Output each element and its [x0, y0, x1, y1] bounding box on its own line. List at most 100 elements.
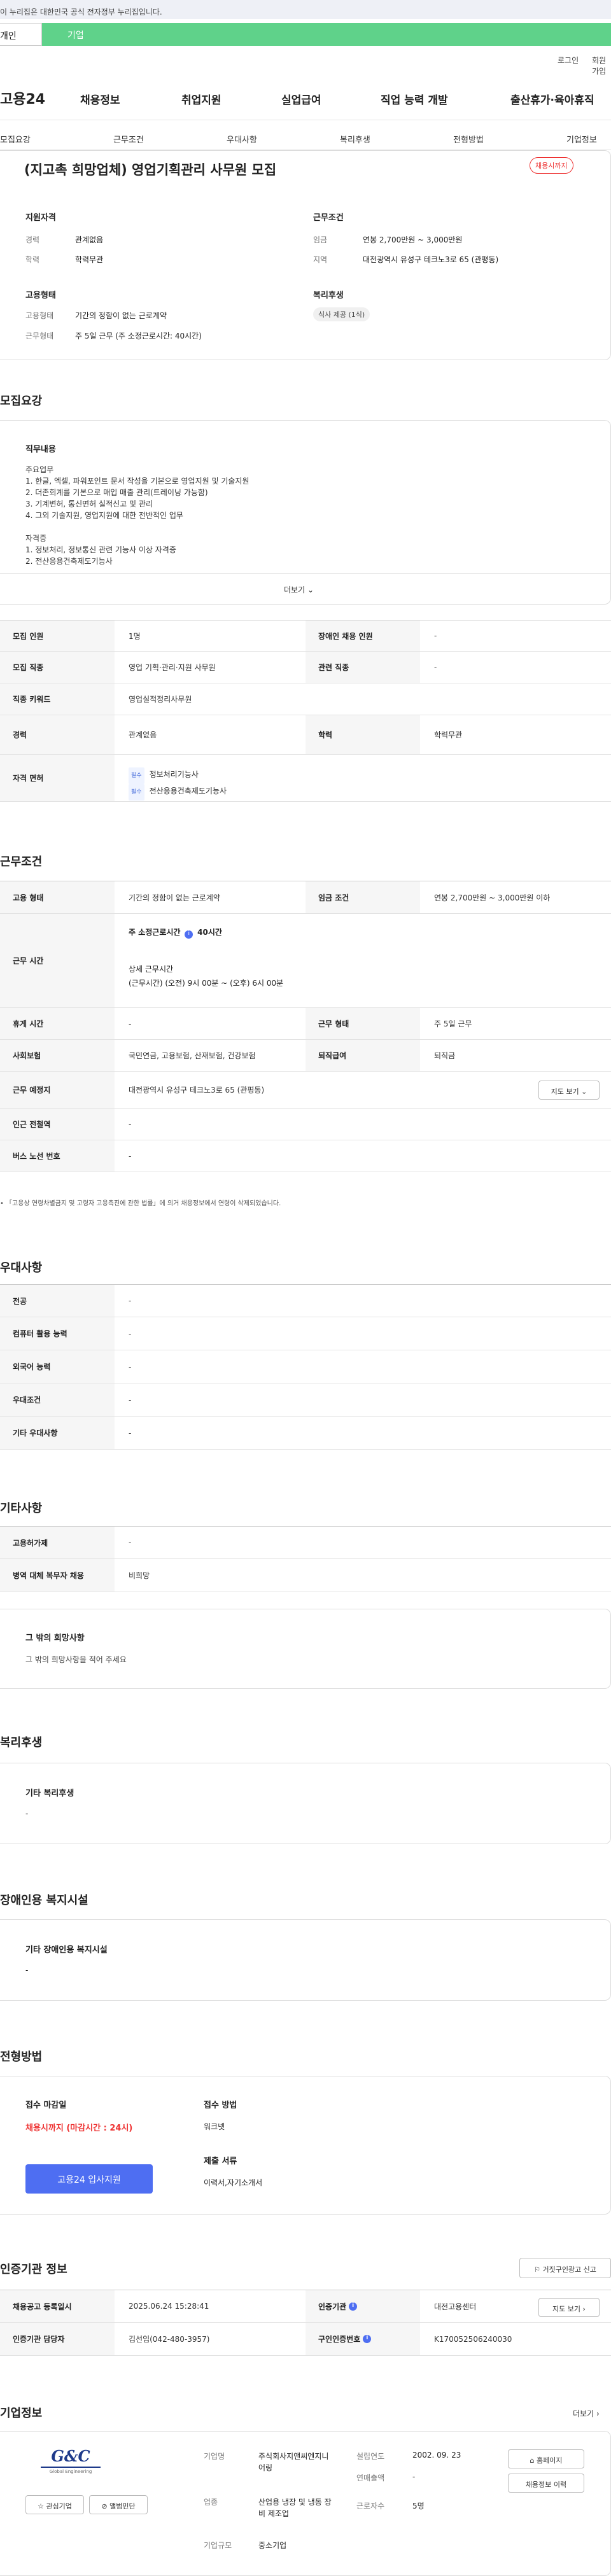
- subnav-process[interactable]: 전형방법: [453, 133, 484, 145]
- td: 국민연금, 고용보험, 산재보험, 건강보험: [129, 1051, 256, 1060]
- weekly-hours-value: 40시간: [197, 928, 222, 937]
- benefit-title: 기타 복리후생: [25, 1789, 74, 1798]
- docs-value: 이력서,자기소개서: [204, 2178, 263, 2187]
- table-row: 근무 시간 주 소정근로시간 i 40시간 상세 근무시간 (근무시간) (오전…: [0, 914, 611, 1008]
- more-button[interactable]: 더보기 ⌄: [284, 584, 314, 595]
- gnav-training[interactable]: 직업 능력 개발: [381, 91, 448, 107]
- home-icon: ⌂: [530, 2456, 535, 2465]
- th-label: 구인인증번호: [318, 2335, 361, 2344]
- subnav-recruit[interactable]: 모집요강: [0, 133, 31, 145]
- age-note: • 「고용상 연령차별금지 및 고령자 고용촉진에 관한 법률」에 의거 채용정…: [0, 1200, 281, 1207]
- site-logo[interactable]: 고용24: [0, 88, 45, 108]
- license-item: 필수 정보처리기능사: [129, 767, 227, 784]
- td: 비희망: [129, 1571, 150, 1580]
- td: 주 5일 근무: [434, 1019, 472, 1028]
- table-row: 우대조건 -: [0, 1383, 611, 1417]
- cond-value: 대전광역시 유성구 테크노3로 65 (관평동): [363, 255, 499, 264]
- tab-personal[interactable]: 개인: [0, 23, 42, 46]
- td: 영업 기획·관리·지원 사무원: [129, 663, 216, 672]
- disabled-title: 기타 장애인용 복지시설: [25, 1945, 108, 1955]
- gnav-employment[interactable]: 취업지원: [181, 91, 221, 107]
- work-table: 고용 형태 기간의 정함이 없는 근로계약 임금 조건 연봉 2,700만원 ~…: [0, 881, 611, 1173]
- cond-label: 임금: [313, 235, 328, 244]
- th: 인근 전철역: [0, 1109, 115, 1140]
- table-row: 인근 전철역 -: [0, 1109, 611, 1140]
- td: -: [129, 1395, 132, 1404]
- qual-label: 학력: [25, 255, 40, 264]
- report-label: 거짓구인광고 신고: [542, 2265, 596, 2274]
- disabled-card: 기타 장애인용 복지시설 -: [0, 1919, 611, 2001]
- job-history-button[interactable]: 채용정보 이력: [508, 2474, 584, 2493]
- homepage-button[interactable]: ⌂ 홈페이지: [508, 2449, 584, 2468]
- section-company-heading: 기업정보: [0, 2407, 43, 2420]
- info-icon[interactable]: i: [185, 930, 193, 939]
- detail-hours-value: (근무시간) (오전) 9시 00분 ~ (오후) 6시 00분: [129, 979, 284, 988]
- table-row: 모집 인원 1명 장애인 채용 인원 -: [0, 620, 611, 652]
- td: 관계없음: [129, 731, 157, 739]
- disabled-text: -: [25, 1966, 29, 1975]
- duty-line: 1. 한글, 엑셀, 파워포인트 문서 작성을 기본으로 영업지원 및 기술지원: [25, 477, 249, 486]
- star-icon: ☆: [38, 2502, 44, 2510]
- section-recruit-heading: 모집요강: [0, 395, 43, 408]
- album-button[interactable]: ⊘ 앨범민단: [89, 2495, 148, 2514]
- map-button[interactable]: 지도 보기 ⌄: [538, 1081, 600, 1100]
- subnav-company[interactable]: 기업정보: [566, 133, 597, 145]
- th: 인증기관 i: [306, 2290, 420, 2322]
- apply-button[interactable]: 고용24 입사지원: [25, 2164, 153, 2194]
- duty-card: 직무내용 주요업무 1. 한글, 엑셀, 파워포인트 문서 작성을 기본으로 영…: [0, 420, 611, 605]
- tab-business[interactable]: 기업: [42, 23, 611, 46]
- company-emp-label: 근로자수: [356, 2502, 385, 2510]
- th: 임금 조건: [306, 881, 420, 913]
- gov-banner: 이 누리집은 대한민국 공식 전자정부 누리집입니다.: [0, 0, 611, 19]
- th: 고용 형태: [0, 881, 115, 913]
- company-name: 주식회사지앤씨엔지니어링: [258, 2452, 329, 2472]
- map-button-label: 지도 보기: [552, 2305, 581, 2313]
- agency-map-button[interactable]: 지도 보기 ›: [538, 2298, 600, 2317]
- benefit-text: -: [25, 1809, 29, 1818]
- th: 관련 직종: [306, 652, 420, 683]
- subnav-preferences[interactable]: 우대사항: [227, 133, 257, 145]
- td: -: [129, 1119, 132, 1129]
- process-card: 접수 마감일 채용시까지 (마감시간 : 24시) 접수 방법 워크넷 제출 서…: [0, 2076, 611, 2215]
- company-more-link[interactable]: 더보기 ›: [573, 2408, 600, 2419]
- subnav-conditions[interactable]: 근무조건: [113, 133, 144, 145]
- company-card: G&C Global Engineering ☆ 관심기업 ⊘ 앨범민단 기업명…: [0, 2431, 611, 2576]
- th: 사회보험: [0, 1040, 115, 1071]
- signup-link[interactable]: 회원가입: [592, 55, 611, 76]
- th: 근무 예정지: [0, 1072, 115, 1108]
- table-row: 자격 면허 필수 정보처리기능사 필수 전산응용건축제도기능사: [0, 755, 611, 802]
- report-button[interactable]: ⚐ 거짓구인광고 신고: [519, 2258, 611, 2278]
- th: 직종 키워드: [0, 683, 115, 715]
- td: 퇴직금: [434, 1051, 456, 1060]
- favorite-company-button[interactable]: ☆ 관심기업: [25, 2495, 84, 2514]
- qual-value: 관계없음: [75, 235, 104, 244]
- deadline-value: 채용시까지 (마감시간 : 24시): [25, 2124, 133, 2133]
- table-row: 버스 노선 번호 -: [0, 1140, 611, 1172]
- duty-line: 주요업무: [25, 465, 54, 474]
- info-icon[interactable]: i: [349, 2302, 358, 2311]
- section-disabled-heading: 장애인용 복지시설: [0, 1894, 88, 1907]
- td: 대전고용센터: [434, 2302, 477, 2311]
- chevron-down-icon: ⌄: [307, 585, 314, 594]
- company-est-label: 설립연도: [356, 2452, 385, 2461]
- gnav-unemployment[interactable]: 실업급여: [281, 91, 321, 107]
- login-link[interactable]: 로그인: [558, 55, 579, 66]
- gnav-parental[interactable]: 출산휴가·육아휴직: [510, 91, 594, 107]
- favorite-label: 관심기업: [46, 2502, 72, 2510]
- td: 기간의 정함이 없는 근로계약: [129, 893, 220, 902]
- age-note-text: 「고용상 연령차별금지 및 고령자 고용촉진에 관한 법률」에 의거 채용정보에…: [6, 1200, 281, 1207]
- status-badge: 채용시까지: [530, 157, 573, 174]
- td: K170052506240030: [434, 2334, 512, 2344]
- subnav-welfare[interactable]: 복리후생: [340, 133, 370, 145]
- welfare-pill: 식사 제공 (1식): [313, 307, 370, 321]
- table-row: 사회보험 국민연금, 고용보험, 산재보험, 건강보험 퇴직급여 퇴직금: [0, 1040, 611, 1072]
- th: 고용허가제: [0, 1527, 115, 1558]
- td: -: [434, 662, 437, 672]
- th: 컴퓨터 활용 능력: [0, 1317, 115, 1350]
- th: 구인인증번호 i: [306, 2323, 420, 2355]
- qual-heading: 지원자격: [25, 213, 56, 223]
- info-icon[interactable]: i: [363, 2335, 372, 2343]
- gnav-jobs[interactable]: 채용정보: [80, 91, 120, 107]
- th: 병역 대체 복무자 채용: [0, 1559, 115, 1592]
- th: 기타 우대사항: [0, 1417, 115, 1449]
